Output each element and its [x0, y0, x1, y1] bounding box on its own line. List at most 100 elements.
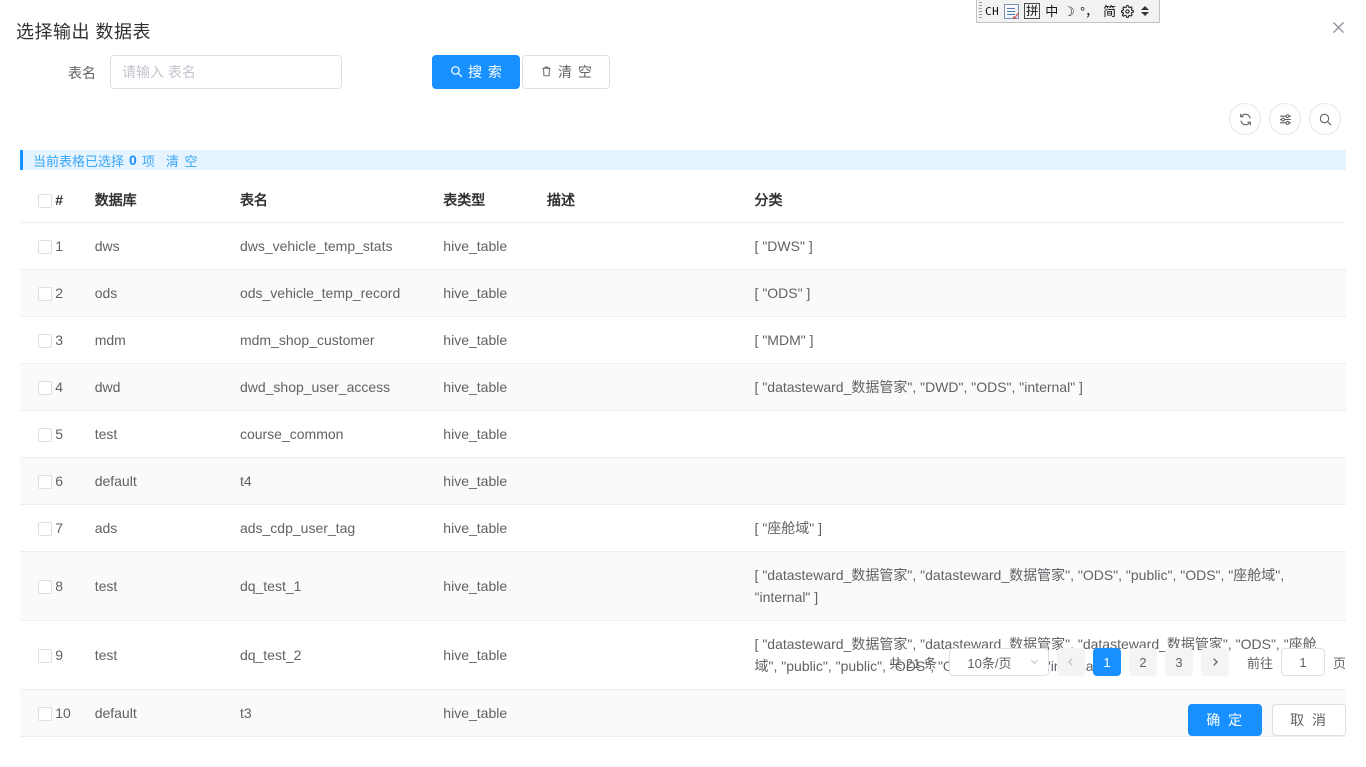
row-select-cell — [20, 457, 55, 504]
row-table-type: hive_table — [443, 410, 547, 457]
refresh-icon[interactable] — [1229, 103, 1261, 135]
ime-input-mode[interactable]: 拼 — [1024, 3, 1040, 19]
dialog-footer: 确 定 取 消 — [1188, 704, 1346, 736]
row-description — [547, 222, 755, 269]
row-description — [547, 316, 755, 363]
notepad-icon[interactable] — [1004, 4, 1019, 19]
table-header-row: # 数据库 表名 表类型 描述 分类 — [20, 178, 1346, 222]
selection-notice: 当前表格已选择 0 项 清 空 — [20, 150, 1346, 170]
gear-icon[interactable] — [1121, 5, 1134, 18]
page-number-button[interactable]: 1 — [1093, 648, 1121, 676]
row-select-cell — [20, 222, 55, 269]
row-checkbox[interactable] — [38, 334, 52, 348]
row-table-name: ods_vehicle_temp_record — [240, 269, 443, 316]
table-header: # 数据库 表名 表类型 描述 分类 — [20, 178, 1346, 222]
row-table-type: hive_table — [443, 269, 547, 316]
column-header-database[interactable]: 数据库 — [95, 178, 240, 222]
total-count-label: 共 21 条 — [889, 653, 937, 672]
ime-shape-toggle[interactable]: 简 — [1103, 5, 1116, 18]
row-index: 9 — [55, 620, 94, 689]
row-checkbox[interactable] — [38, 381, 52, 395]
row-index: 3 — [55, 316, 94, 363]
search-icon[interactable] — [1309, 103, 1341, 135]
goto-page-input[interactable] — [1281, 648, 1325, 676]
close-icon[interactable] — [1326, 15, 1350, 39]
row-index: 10 — [55, 689, 94, 736]
pagination: 共 21 条 10条/页 123 前往 页 — [889, 648, 1346, 676]
goto-page-unit: 页 — [1333, 653, 1346, 672]
row-index: 2 — [55, 269, 94, 316]
row-select-cell — [20, 551, 55, 620]
cancel-button[interactable]: 取 消 — [1272, 704, 1346, 736]
expand-caret-icon[interactable] — [1141, 6, 1149, 16]
search-input[interactable] — [110, 55, 342, 89]
row-database: default — [95, 457, 240, 504]
row-checkbox[interactable] — [38, 287, 52, 301]
ime-toolbar[interactable]: CH 拼 中 ☽ °， 简 — [976, 0, 1160, 23]
row-description — [547, 269, 755, 316]
table-row[interactable]: 10defaultt3hive_table — [20, 689, 1346, 736]
table-toolbar — [1229, 103, 1341, 135]
row-checkbox[interactable] — [38, 428, 52, 442]
row-checkbox[interactable] — [38, 580, 52, 594]
table-row[interactable]: 5testcourse_commonhive_table — [20, 410, 1346, 457]
row-table-type: hive_table — [443, 222, 547, 269]
row-select-cell — [20, 410, 55, 457]
row-database: test — [95, 410, 240, 457]
page-size-select[interactable]: 10条/页 — [949, 648, 1049, 676]
row-index: 7 — [55, 504, 94, 551]
table-row[interactable]: 7adsads_cdp_user_taghive_table[ "座舱域" ] — [20, 504, 1346, 551]
row-checkbox[interactable] — [38, 522, 52, 536]
row-checkbox[interactable] — [38, 240, 52, 254]
row-table-type: hive_table — [443, 457, 547, 504]
row-description — [547, 689, 755, 736]
row-description — [547, 410, 755, 457]
ime-charset-toggle[interactable]: 中 — [1045, 5, 1058, 18]
prev-page-button[interactable] — [1057, 648, 1085, 676]
column-header-category[interactable]: 分类 — [755, 178, 1346, 222]
row-category: [ "ODS" ] — [755, 269, 1346, 316]
row-index: 6 — [55, 457, 94, 504]
next-page-button[interactable] — [1201, 648, 1229, 676]
row-database: test — [95, 551, 240, 620]
selection-clear-link[interactable]: 清 空 — [166, 151, 199, 170]
page-number-button[interactable]: 2 — [1129, 648, 1157, 676]
table-row[interactable]: 3mdmmdm_shop_customerhive_table[ "MDM" ] — [20, 316, 1346, 363]
confirm-button[interactable]: 确 定 — [1188, 704, 1262, 736]
column-header-tablename[interactable]: 表名 — [240, 178, 443, 222]
column-header-tabletype[interactable]: 表类型 — [443, 178, 547, 222]
clear-button[interactable]: 清 空 — [522, 55, 610, 89]
column-header-index[interactable]: # — [55, 178, 94, 222]
page-title: 选择输出 数据表 — [16, 18, 151, 44]
row-index: 5 — [55, 410, 94, 457]
row-category: [ "DWS" ] — [755, 222, 1346, 269]
table-row[interactable]: 1dwsdws_vehicle_temp_statshive_table[ "D… — [20, 222, 1346, 269]
row-database: ods — [95, 269, 240, 316]
row-category: [ "datasteward_数据管家", "DWD", "ODS", "int… — [755, 363, 1346, 410]
table-row[interactable]: 6defaultt4hive_table — [20, 457, 1346, 504]
column-settings-icon[interactable] — [1269, 103, 1301, 135]
page-number-list: 123 — [1093, 648, 1193, 676]
row-table-type: hive_table — [443, 620, 547, 689]
page-number-button[interactable]: 3 — [1165, 648, 1193, 676]
ime-punctuation-toggle[interactable]: °， — [1080, 5, 1098, 18]
row-table-name: t3 — [240, 689, 443, 736]
column-header-description[interactable]: 描述 — [547, 178, 755, 222]
row-category — [755, 410, 1346, 457]
row-checkbox[interactable] — [38, 707, 52, 721]
select-all-checkbox[interactable] — [38, 194, 52, 208]
row-description — [547, 551, 755, 620]
ime-drag-handle[interactable] — [979, 2, 982, 20]
row-table-name: dws_vehicle_temp_stats — [240, 222, 443, 269]
row-database: dws — [95, 222, 240, 269]
row-checkbox[interactable] — [38, 475, 52, 489]
row-checkbox[interactable] — [38, 649, 52, 663]
row-description — [547, 504, 755, 551]
table-row[interactable]: 4dwddwd_shop_user_accesshive_table[ "dat… — [20, 363, 1346, 410]
ime-language-indicator[interactable]: CH — [985, 6, 999, 17]
search-button[interactable]: 搜 索 — [432, 55, 520, 89]
table-row[interactable]: 8testdq_test_1hive_table[ "datasteward_数… — [20, 551, 1346, 620]
search-icon — [449, 65, 463, 79]
table-row[interactable]: 2odsods_vehicle_temp_recordhive_table [ "… — [20, 269, 1346, 316]
moon-icon[interactable]: ☽ — [1063, 5, 1075, 18]
